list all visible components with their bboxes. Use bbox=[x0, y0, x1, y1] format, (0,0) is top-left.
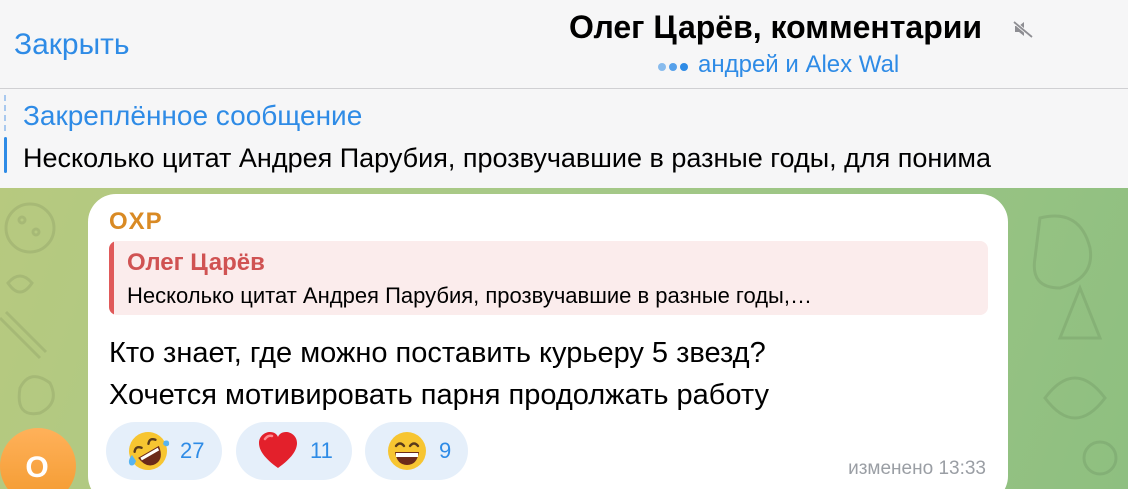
pinned-indicator-active bbox=[4, 137, 7, 173]
chat-title: Олег Царёв, комментарии bbox=[569, 9, 983, 45]
message-line: Кто знает, где можно поставить курьеру 5… bbox=[109, 337, 766, 369]
chat-header: Закрыть Олег Царёв, комментарии андрей и… bbox=[0, 0, 1128, 88]
pinned-text: Несколько цитат Андрея Парубия, прозвуча… bbox=[23, 143, 991, 173]
rolling-on-floor-laughing-icon bbox=[128, 432, 170, 470]
message-text: Кто знает, где можно поставить курьеру 5… bbox=[109, 332, 989, 416]
typing-dots-icon bbox=[658, 50, 692, 71]
red-heart-icon bbox=[259, 432, 297, 468]
reply-author: Олег Царёв bbox=[127, 249, 265, 276]
pinned-title: Закреплённое сообщение bbox=[23, 100, 363, 131]
reaction-count: 11 bbox=[310, 438, 333, 463]
sender-name[interactable]: OXP bbox=[109, 208, 163, 236]
pinned-indicator-inactive bbox=[4, 95, 6, 131]
reply-preview[interactable]: Олег Царёв Несколько цитат Андрея Паруби… bbox=[109, 241, 988, 315]
reaction-heart[interactable]: 11 bbox=[236, 422, 352, 480]
reaction-count: 9 bbox=[439, 438, 452, 463]
grinning-face-icon bbox=[388, 432, 426, 470]
close-button[interactable]: Закрыть bbox=[14, 28, 130, 62]
muted-speaker-icon bbox=[1012, 20, 1034, 39]
reply-text: Несколько цитат Андрея Парубия, прозвуча… bbox=[127, 283, 812, 308]
message-bubble[interactable]: OXP Олег Царёв Несколько цитат Андрея Па… bbox=[88, 194, 1008, 489]
typing-indicator: андрей и Alex Wal bbox=[658, 50, 899, 79]
reaction-grin[interactable]: 9 bbox=[365, 422, 468, 480]
typing-users: андрей и Alex Wal bbox=[698, 51, 900, 78]
reaction-count: 27 bbox=[180, 438, 205, 463]
pinned-message-bar[interactable]: Закреплённое сообщение Несколько цитат А… bbox=[0, 89, 1128, 188]
reaction-laugh[interactable]: 27 bbox=[106, 422, 222, 480]
message-line: Хочется мотивировать парня продолжать ра… bbox=[109, 379, 769, 411]
reply-accent-bar bbox=[109, 241, 114, 315]
edited-timestamp: изменено 13:33 bbox=[848, 458, 986, 479]
